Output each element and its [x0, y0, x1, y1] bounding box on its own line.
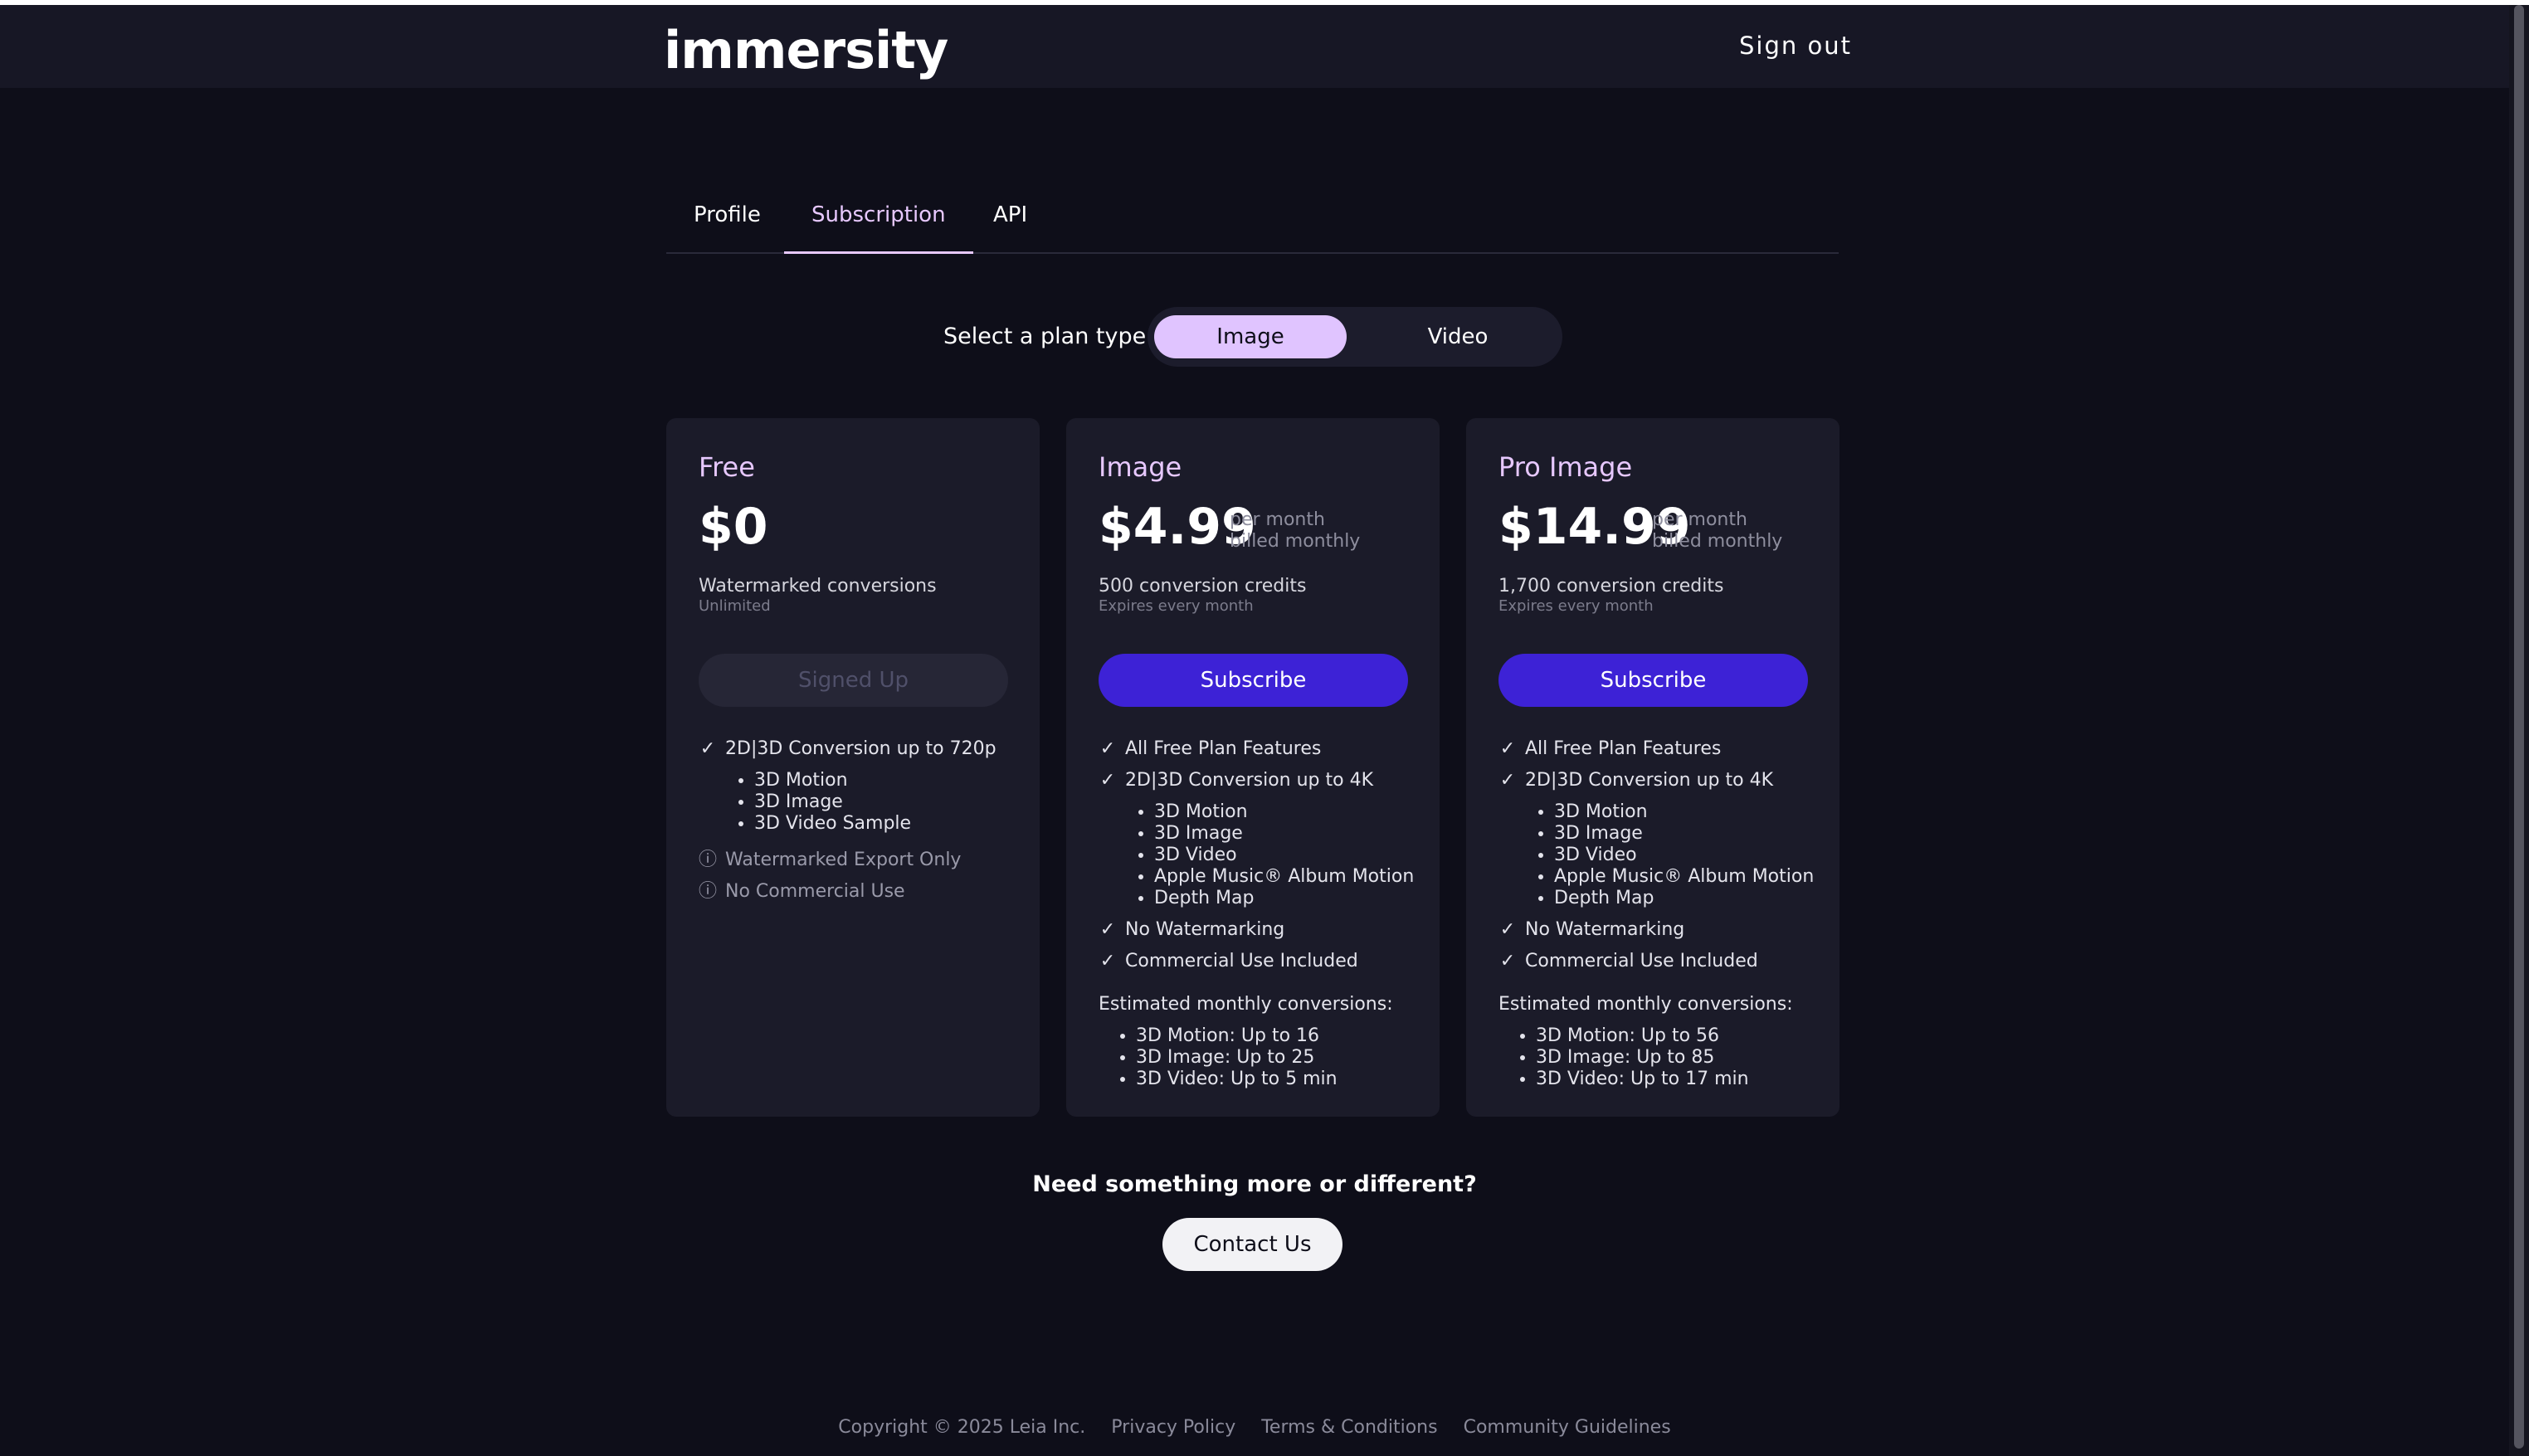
list-item: Apple Music® Album Motion: [1154, 866, 1414, 888]
feature-item: ✓ No Watermarking: [1499, 919, 1685, 940]
list-item: 3D Motion: Up to 56: [1536, 1025, 1749, 1047]
check-icon: ✓: [1499, 770, 1516, 791]
list-item: 3D Video: [1154, 845, 1414, 866]
list-item: 3D Image: Up to 85: [1536, 1047, 1749, 1069]
estimates-list: 3D Motion: Up to 16 3D Image: Up to 25 3…: [1136, 1025, 1338, 1090]
price-note: per month billed monthly: [1230, 509, 1361, 552]
plan-name: Image: [1099, 451, 1182, 483]
list-item: 3D Motion: [1554, 801, 1814, 823]
plan-type-toggle: Image Video: [1148, 307, 1562, 367]
more-question: Need something more or different?: [1032, 1171, 1477, 1197]
check-icon: ✓: [1499, 738, 1516, 759]
feature-sublist: 3D Motion 3D Image 3D Video Apple Music®…: [1554, 801, 1814, 909]
feature-sublist: 3D Motion 3D Image 3D Video Apple Music®…: [1154, 801, 1414, 909]
estimates-title: Estimated monthly conversions:: [1099, 994, 1393, 1015]
privacy-policy-link[interactable]: Privacy Policy: [1111, 1417, 1235, 1438]
plan-credits: 500 conversion credits: [1099, 576, 1307, 597]
list-item: 3D Image: [754, 791, 911, 813]
plan-credits-sub: Expires every month: [1099, 597, 1254, 615]
plan-type-image-option[interactable]: Image: [1154, 315, 1347, 358]
plan-card-image: Image $4.99 per month billed monthly 500…: [1066, 418, 1440, 1117]
info-icon: ⓘ: [699, 881, 718, 902]
account-tabs: Profile Subscription API: [666, 189, 1839, 254]
plan-price: $0: [699, 498, 768, 556]
tab-api[interactable]: API: [966, 202, 1055, 254]
check-icon: ✓: [1499, 951, 1516, 971]
info-icon: ⓘ: [699, 850, 718, 870]
list-item: 3D Image: Up to 25: [1136, 1047, 1338, 1069]
terms-link[interactable]: Terms & Conditions: [1261, 1417, 1437, 1438]
plan-name: Pro Image: [1498, 451, 1633, 483]
plan-credits-sub: Unlimited: [699, 597, 771, 615]
check-icon: ✓: [699, 738, 716, 759]
contact-us-button[interactable]: Contact Us: [1162, 1218, 1342, 1271]
feature-item: ✓ 2D|3D Conversion up to 4K: [1499, 770, 1774, 791]
list-item: 3D Image: [1154, 823, 1414, 845]
list-item: Depth Map: [1154, 888, 1414, 909]
list-item: 3D Video Sample: [754, 813, 911, 835]
check-icon: ✓: [1099, 770, 1116, 791]
plan-type-video-option[interactable]: Video: [1362, 315, 1554, 358]
list-item: Apple Music® Album Motion: [1554, 866, 1814, 888]
check-icon: ✓: [1099, 738, 1116, 759]
logo[interactable]: immersity: [664, 20, 948, 80]
subscribe-button[interactable]: Subscribe: [1099, 654, 1408, 707]
feature-item: ✓ Commercial Use Included: [1499, 951, 1758, 971]
plan-type-label: Select a plan type:: [943, 324, 1154, 349]
list-item: Depth Map: [1554, 888, 1814, 909]
tab-profile[interactable]: Profile: [666, 202, 788, 254]
feature-item: ✓ 2D|3D Conversion up to 720p: [699, 738, 996, 759]
feature-item: ✓ Commercial Use Included: [1099, 951, 1358, 971]
feature-item: ✓ All Free Plan Features: [1099, 738, 1322, 759]
footer: Copyright © 2025 Leia Inc. Privacy Polic…: [0, 1417, 2509, 1438]
check-icon: ✓: [1099, 951, 1116, 971]
list-item: 3D Motion: [1154, 801, 1414, 823]
list-item: 3D Motion: Up to 16: [1136, 1025, 1338, 1047]
copyright: Copyright © 2025 Leia Inc.: [838, 1417, 1086, 1438]
feature-item: ⓘ Watermarked Export Only: [699, 845, 961, 871]
plan-credits-sub: Expires every month: [1498, 597, 1654, 615]
estimates-title: Estimated monthly conversions:: [1498, 994, 1793, 1015]
navbar: immersity Sign out: [0, 5, 2509, 88]
sign-out-link[interactable]: Sign out: [1739, 32, 1852, 60]
list-item: 3D Motion: [754, 770, 911, 791]
check-icon: ✓: [1099, 919, 1116, 940]
feature-item: ⓘ No Commercial Use: [699, 876, 905, 903]
feature-item: ✓ All Free Plan Features: [1499, 738, 1722, 759]
plan-credits: 1,700 conversion credits: [1498, 576, 1724, 597]
plan-name: Free: [699, 451, 755, 483]
list-item: 3D Image: [1554, 823, 1814, 845]
list-item: 3D Video: Up to 5 min: [1136, 1069, 1338, 1090]
estimates-list: 3D Motion: Up to 56 3D Image: Up to 85 3…: [1536, 1025, 1749, 1090]
list-item: 3D Video: [1554, 845, 1814, 866]
tab-subscription[interactable]: Subscription: [784, 202, 973, 254]
check-icon: ✓: [1499, 919, 1516, 940]
community-guidelines-link[interactable]: Community Guidelines: [1464, 1417, 1671, 1438]
price-note: per month billed monthly: [1652, 509, 1783, 552]
list-item: 3D Video: Up to 17 min: [1536, 1069, 1749, 1090]
feature-sublist: 3D Motion 3D Image 3D Video Sample: [754, 770, 911, 835]
scrollbar-thumb[interactable]: [2514, 5, 2524, 1449]
plan-credits: Watermarked conversions: [699, 576, 937, 597]
feature-item: ✓ No Watermarking: [1099, 919, 1285, 940]
plan-card-free: Free $0 Watermarked conversions Unlimite…: [666, 418, 1040, 1117]
signed-up-button: Signed Up: [699, 654, 1008, 707]
feature-item: ✓ 2D|3D Conversion up to 4K: [1099, 770, 1374, 791]
plan-card-pro-image: Pro Image $14.99 per month billed monthl…: [1466, 418, 1839, 1117]
subscribe-button[interactable]: Subscribe: [1498, 654, 1808, 707]
